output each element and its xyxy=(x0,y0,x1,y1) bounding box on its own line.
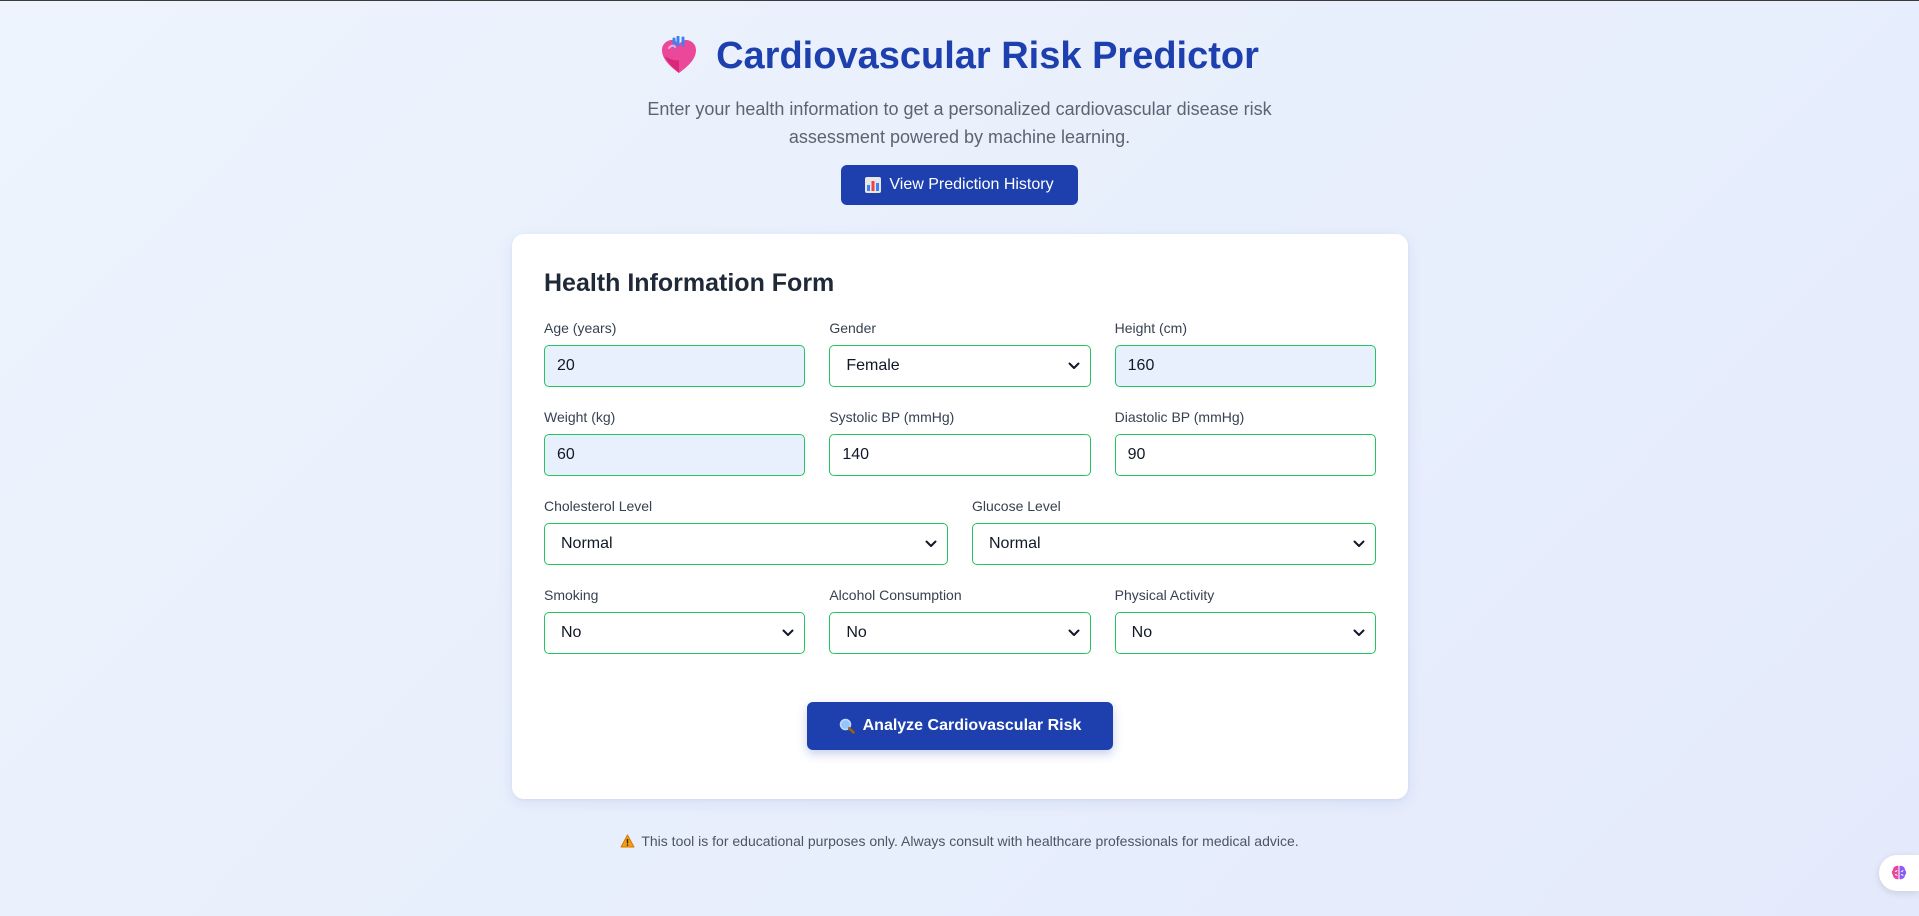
analyze-risk-label: Analyze Cardiovascular Risk xyxy=(862,717,1082,734)
form-row-lifestyle: Smoking No Alcohol Consumption No Physic… xyxy=(544,587,1376,654)
systolic-input[interactable]: 140 xyxy=(829,434,1091,476)
brain-icon xyxy=(1891,865,1907,880)
cholesterol-label: Cholesterol Level xyxy=(544,498,653,514)
view-history-label: View Prediction History xyxy=(889,176,1054,193)
glucose-label: Glucose Level xyxy=(972,498,1061,514)
activity-field: Physical Activity No xyxy=(1114,587,1376,654)
warning-icon xyxy=(620,834,635,848)
assistant-widget-button[interactable] xyxy=(1879,855,1919,891)
analyze-risk-button[interactable]: Analyze Cardiovascular Risk xyxy=(806,702,1114,750)
weight-value: 60 xyxy=(557,446,575,463)
submit-area: Analyze Cardiovascular Risk xyxy=(544,702,1376,750)
chevron-down-icon xyxy=(1068,629,1080,636)
activity-label: Physical Activity xyxy=(1114,587,1215,603)
chevron-down-icon xyxy=(1353,629,1365,636)
weight-label: Weight (kg) xyxy=(544,409,616,425)
diastolic-value: 90 xyxy=(1127,446,1146,463)
glucose-value: Normal xyxy=(989,535,1041,552)
diastolic-field: Diastolic BP (mmHg) 90 xyxy=(1114,409,1376,476)
age-value: 20 xyxy=(557,357,575,374)
weight-input[interactable]: 60 xyxy=(544,434,806,476)
page-subtitle: Enter your health information to get a p… xyxy=(647,99,1272,147)
page-title-text: Cardiovascular Risk Predictor xyxy=(716,34,1259,77)
alcohol-value: No xyxy=(846,624,867,641)
glucose-select[interactable]: Normal xyxy=(972,523,1376,565)
systolic-value: 140 xyxy=(842,446,870,463)
systolic-field: Systolic BP (mmHg) 140 xyxy=(829,409,1091,476)
smoking-select[interactable]: No xyxy=(544,612,806,654)
page-title: Cardiovascular Risk Predictor xyxy=(0,33,1919,79)
chevron-down-icon xyxy=(782,629,794,636)
alcohol-field: Alcohol Consumption No xyxy=(829,587,1091,654)
glucose-field: Glucose Level Normal xyxy=(972,498,1376,565)
height-field: Height (cm) 160 xyxy=(1114,320,1376,387)
cholesterol-field: Cholesterol Level Normal xyxy=(544,498,948,565)
height-input[interactable]: 160 xyxy=(1114,345,1376,387)
age-input[interactable]: 20 xyxy=(544,345,806,387)
height-value: 160 xyxy=(1127,357,1155,374)
chevron-down-icon xyxy=(1353,540,1365,547)
form-title: Health Information Form xyxy=(544,269,835,297)
alcohol-select[interactable]: No xyxy=(829,612,1091,654)
diastolic-input[interactable]: 90 xyxy=(1114,434,1376,476)
form-row-basic: Age (years) 20 Gender Female Height (cm)… xyxy=(544,320,1376,387)
diastolic-label: Diastolic BP (mmHg) xyxy=(1114,409,1245,425)
age-field: Age (years) 20 xyxy=(544,320,806,387)
activity-select[interactable]: No xyxy=(1114,612,1376,654)
health-form-card: Health Information Form Age (years) 20 G… xyxy=(512,234,1408,799)
alcohol-label: Alcohol Consumption xyxy=(829,587,962,603)
gender-label: Gender xyxy=(829,320,877,336)
gender-select[interactable]: Female xyxy=(829,345,1091,387)
height-label: Height (cm) xyxy=(1114,320,1188,336)
chevron-down-icon xyxy=(925,540,937,547)
bar-chart-icon xyxy=(865,177,882,193)
disclaimer-text: This tool is for educational purposes on… xyxy=(641,833,1299,849)
disclaimer: This tool is for educational purposes on… xyxy=(0,833,1919,849)
gender-value: Female xyxy=(846,357,900,374)
age-label: Age (years) xyxy=(544,320,617,336)
smoking-field: Smoking No xyxy=(544,587,806,654)
activity-value: No xyxy=(1131,624,1153,641)
view-history-button[interactable]: View Prediction History xyxy=(841,165,1078,205)
cholesterol-select[interactable]: Normal xyxy=(544,523,948,565)
heart-icon xyxy=(662,36,697,73)
form-row-vitals: Weight (kg) 60 Systolic BP (mmHg) 140 Di… xyxy=(544,409,1376,476)
smoking-value: No xyxy=(561,624,582,641)
weight-field: Weight (kg) 60 xyxy=(544,409,806,476)
gender-field: Gender Female xyxy=(829,320,1091,387)
systolic-label: Systolic BP (mmHg) xyxy=(829,409,955,425)
cholesterol-value: Normal xyxy=(561,535,613,552)
page-header: Cardiovascular Risk Predictor Enter your… xyxy=(0,1,1919,205)
magnifier-icon xyxy=(839,718,855,734)
chevron-down-icon xyxy=(1068,362,1080,369)
smoking-label: Smoking xyxy=(544,587,599,603)
form-row-labs: Cholesterol Level Normal Glucose Level N… xyxy=(544,498,1376,565)
